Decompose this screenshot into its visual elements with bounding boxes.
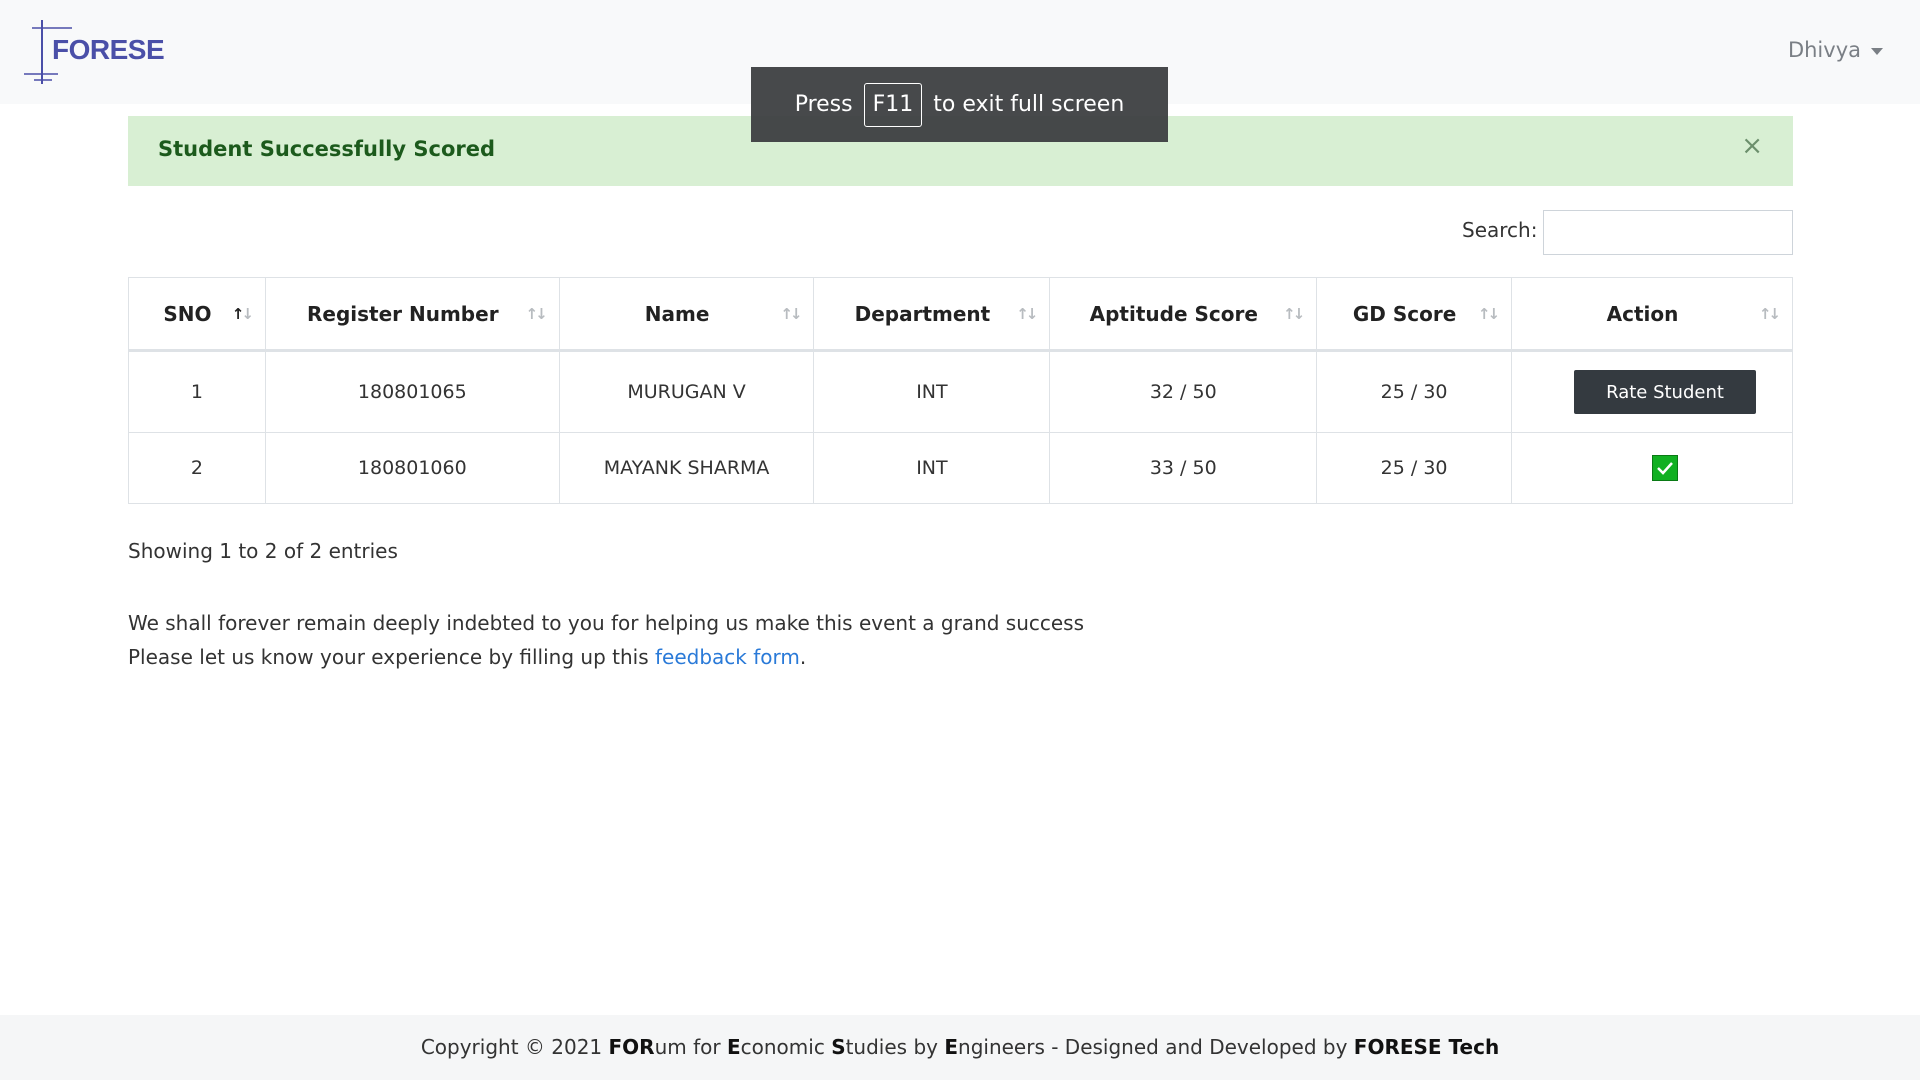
column-header-action[interactable]: Action ↑↓ xyxy=(1511,277,1793,352)
footer-team-name: FORESE Tech xyxy=(1353,1035,1500,1059)
toast-prefix: Press xyxy=(794,92,853,117)
column-header-sno[interactable]: SNO ↑↓ xyxy=(128,277,266,352)
sort-icon: ↑↓ xyxy=(525,304,548,323)
footer-text: ngineers - Designed and Developed by xyxy=(958,1035,1348,1059)
cell-aptitude-score: 33 / 50 xyxy=(1049,432,1318,504)
caret-down-icon xyxy=(1871,47,1883,55)
footer-text: tudies by xyxy=(845,1035,938,1059)
cell-gd-score: 25 / 30 xyxy=(1316,350,1513,433)
user-dropdown[interactable]: Dhivya xyxy=(1788,38,1883,62)
sort-icon: ↑↓ xyxy=(231,304,254,323)
cell-department: INT xyxy=(813,432,1051,504)
forese-logo[interactable]: FORESE xyxy=(24,18,165,88)
footer-text: um for xyxy=(654,1035,721,1059)
footer: Copyright © 2021 FORum for Economic Stud… xyxy=(0,1015,1920,1080)
sort-icon: ↑↓ xyxy=(1758,304,1781,323)
thanks-message: We shall forever remain deeply indebted … xyxy=(128,606,1084,674)
rate-student-button[interactable]: Rate Student xyxy=(1574,370,1757,414)
footer-copyright: Copyright © 2021 xyxy=(420,1035,603,1059)
footer-acronym-letter: E xyxy=(726,1035,741,1059)
column-header-aptitude-score[interactable]: Aptitude Score ↑↓ xyxy=(1049,277,1318,352)
check-icon xyxy=(1652,455,1679,481)
cell-aptitude-score: 32 / 50 xyxy=(1049,350,1318,433)
header-label: GD Score xyxy=(1352,301,1457,326)
table-row: 2 180801060 MAYANK SHARMA INT 33 / 50 25… xyxy=(128,432,1793,504)
cell-name: MAYANK SHARMA xyxy=(558,432,815,504)
search-input[interactable] xyxy=(1543,210,1793,255)
logo-text: FORESE xyxy=(52,34,165,65)
students-table: SNO ↑↓ Register Number ↑↓ Name ↑↓ Departmen… xyxy=(128,277,1793,504)
column-header-register-number[interactable]: Register Number ↑↓ xyxy=(264,277,560,352)
search-label: Search: xyxy=(1462,218,1538,242)
column-header-department[interactable]: Department ↑↓ xyxy=(813,277,1051,352)
thanks-line-2: Please let us know your experience by fi… xyxy=(128,640,1084,674)
footer-acronym-letter: E xyxy=(944,1035,959,1059)
header-label: Action xyxy=(1606,301,1679,326)
table-header-row: SNO ↑↓ Register Number ↑↓ Name ↑↓ Departmen… xyxy=(128,277,1793,352)
footer-acronym-letter: S xyxy=(831,1035,846,1059)
footer-text: conomic xyxy=(740,1035,825,1059)
cell-action xyxy=(1511,432,1793,504)
close-icon[interactable]: × xyxy=(1741,133,1763,159)
cell-action: Rate Student xyxy=(1511,350,1793,433)
header-label: Department xyxy=(854,301,991,326)
header-label: Name xyxy=(644,301,710,326)
alert-message: Student Successfully Scored xyxy=(158,137,496,161)
footer-acronym-letter: FOR xyxy=(608,1035,655,1059)
cell-gd-score: 25 / 30 xyxy=(1316,432,1513,504)
header-label: Register Number xyxy=(307,301,499,326)
sort-icon: ↑↓ xyxy=(1016,304,1038,323)
cell-name: MURUGAN V xyxy=(558,350,815,433)
sort-icon: ↑↓ xyxy=(1477,304,1500,323)
check-mark-icon xyxy=(1657,462,1673,475)
sort-icon: ↑↓ xyxy=(1283,304,1305,323)
thanks-line-2-period: . xyxy=(799,645,807,669)
sort-icon: ↑↓ xyxy=(780,304,802,323)
feedback-form-link[interactable]: feedback form xyxy=(655,645,800,669)
thanks-line-1: We shall forever remain deeply indebted … xyxy=(128,611,1085,635)
column-header-name[interactable]: Name ↑↓ xyxy=(558,277,815,352)
cell-sno: 2 xyxy=(128,432,266,504)
thanks-line-2-text: Please let us know your experience by fi… xyxy=(128,645,649,669)
column-header-gd-score[interactable]: GD Score ↑↓ xyxy=(1316,277,1513,352)
table-info: Showing 1 to 2 of 2 entries xyxy=(128,539,398,563)
fullscreen-toast: Press F11 to exit full screen xyxy=(751,67,1168,142)
header-label: SNO xyxy=(163,301,212,326)
toast-key: F11 xyxy=(863,82,923,127)
cell-register-number: 180801065 xyxy=(264,350,560,433)
user-name: Dhivya xyxy=(1787,38,1861,62)
cell-register-number: 180801060 xyxy=(264,432,560,504)
cell-sno: 1 xyxy=(128,350,266,433)
table-row: 1 180801065 MURUGAN V INT 32 / 50 25 / 3… xyxy=(128,350,1793,433)
header-label: Aptitude Score xyxy=(1089,301,1258,326)
toast-suffix: to exit full screen xyxy=(933,92,1125,117)
cell-department: INT xyxy=(813,350,1051,433)
